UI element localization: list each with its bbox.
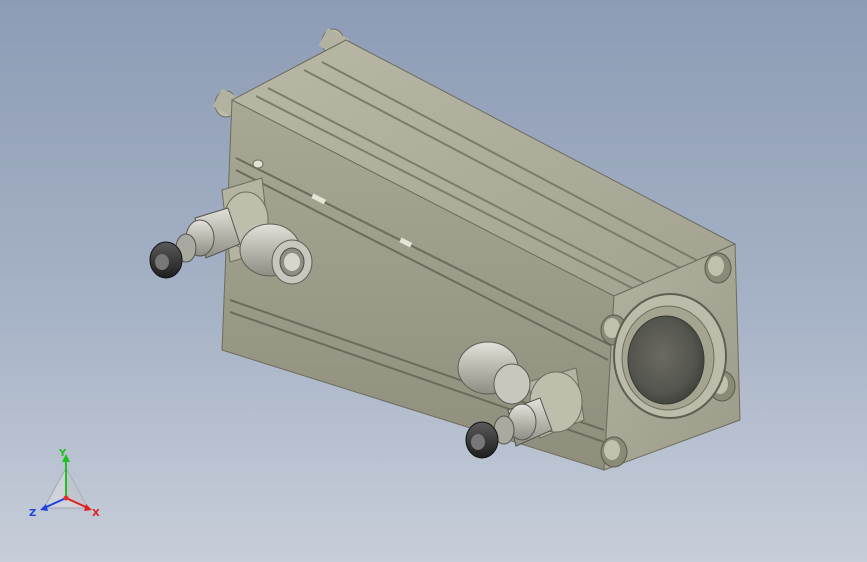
pneumatic-cylinder-model[interactable] xyxy=(0,0,867,562)
z-axis-label: Z xyxy=(29,508,36,519)
y-axis-label: Y xyxy=(58,448,67,459)
x-axis-label: X xyxy=(92,508,100,519)
piston-rod-face xyxy=(627,315,705,405)
cad-graphics-viewport[interactable]: Y X Z xyxy=(0,0,867,562)
axis-triad: Y X Z xyxy=(29,448,100,519)
